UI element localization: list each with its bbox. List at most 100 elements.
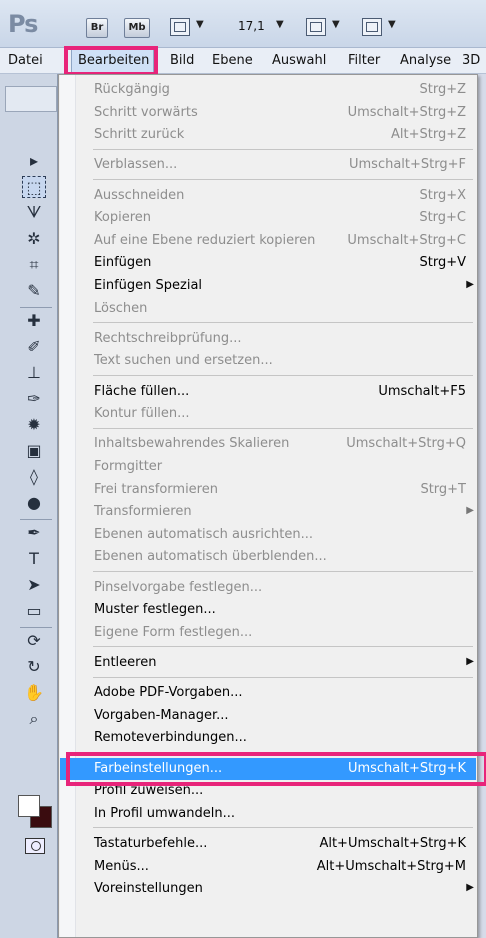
eyedropper-tool-icon[interactable]: ✎ — [22, 280, 46, 302]
menu-item-eigene-form-festlegen[interactable]: Eigene Form festlegen... — [60, 622, 476, 644]
menu-item-fläche-füllen[interactable]: Fläche füllen... Umschalt+F5 — [60, 381, 476, 403]
menu-item-shortcut: Strg+C — [419, 210, 466, 225]
menu-item-formgitter[interactable]: Formgitter — [60, 456, 476, 478]
quick-selection-tool-icon[interactable]: ✲ — [22, 228, 46, 250]
menu-item-label: Inhaltsbewahrendes Skalieren — [94, 436, 290, 451]
menu-separator — [93, 375, 473, 376]
menu-item-löschen[interactable]: Löschen — [60, 298, 476, 320]
menu-item-label: Eigene Form festlegen... — [94, 625, 253, 640]
menu-item-remoteverbindungen[interactable]: Remoteverbindungen... — [60, 727, 476, 749]
brush-tool-icon[interactable]: ✐ — [22, 336, 46, 358]
menu-item-text-suchen-und-ersetzen[interactable]: Text suchen und ersetzen... — [60, 350, 476, 372]
menu-item-shortcut: Alt+Strg+Z — [390, 127, 466, 142]
menu-item-muster-festlegen[interactable]: Muster festlegen... — [60, 599, 476, 621]
tool-separator — [20, 307, 52, 308]
crop-tool-icon[interactable]: ⌗ — [22, 254, 46, 276]
chevron-down-icon[interactable]: ▼ — [276, 19, 284, 30]
menu-item-label: Transformieren — [94, 504, 192, 519]
menu-item-voreinstellungen[interactable]: Voreinstellungen ▶ — [60, 878, 476, 900]
menu-item-verblassen[interactable]: Verblassen... Umschalt+Strg+F — [60, 154, 476, 176]
bearbeiten-highlight-box — [64, 46, 158, 76]
menu-item-shortcut: Alt+Umschalt+Strg+K — [319, 836, 466, 851]
screen-mode-icon[interactable] — [362, 18, 382, 36]
menu-3d[interactable]: 3D — [462, 53, 480, 68]
menu-item-menüs[interactable]: Menüs... Alt+Umschalt+Strg+M — [60, 856, 476, 878]
menu-item-label: In Profil umwandeln... — [94, 806, 236, 821]
menu-item-label: Einfügen — [94, 255, 152, 270]
lasso-tool-icon[interactable]: ᗐ — [22, 202, 46, 224]
bridge-button[interactable]: Br — [86, 18, 108, 38]
dodge-tool-icon[interactable]: ● — [22, 492, 46, 514]
3d-rotate-tool-icon[interactable]: ⟳ — [22, 630, 46, 652]
menu-item-label: Menüs... — [94, 859, 149, 874]
gradient-tool-icon[interactable]: ▣ — [22, 440, 46, 462]
healing-brush-tool-icon[interactable]: ✚ — [22, 310, 46, 332]
marquee-tool-icon[interactable]: ⬚ — [22, 176, 46, 198]
chevron-down-icon[interactable]: ▼ — [332, 19, 340, 30]
menu-item-label: Löschen — [94, 301, 148, 316]
shape-tool-icon[interactable]: ▭ — [22, 600, 46, 622]
menu-item-transformieren[interactable]: Transformieren ▶ — [60, 501, 476, 523]
menu-item-auf-eine-ebene-reduziert-kopieren[interactable]: Auf eine Ebene reduziert kopieren Umschal… — [60, 230, 476, 252]
menu-datei[interactable]: Datei — [8, 53, 43, 68]
foreground-color-swatch[interactable] — [18, 795, 40, 817]
history-brush-tool-icon[interactable]: ✑ — [22, 388, 46, 410]
arrange-documents-icon[interactable] — [306, 18, 326, 36]
menu-separator — [93, 646, 473, 647]
zoom-level[interactable]: 17,1 — [238, 19, 265, 33]
tool-separator — [20, 627, 52, 628]
pen-tool-icon[interactable]: ✒ — [22, 522, 46, 544]
view-extras-icon[interactable] — [170, 18, 190, 36]
application-bar: Ps Br Mb ▼ 17,1 ▼ ▼ ▼ — [0, 0, 486, 48]
clone-stamp-tool-icon[interactable]: ⊥ — [22, 362, 46, 384]
chevron-down-icon[interactable]: ▼ — [196, 19, 204, 30]
menu-item-ebenen-automatisch-überblenden[interactable]: Ebenen automatisch überblenden... — [60, 546, 476, 568]
submenu-arrow-icon: ▶ — [466, 882, 474, 893]
menu-auswahl[interactable]: Auswahl — [272, 53, 326, 68]
path-selection-tool-icon[interactable]: ➤ — [22, 574, 46, 596]
hand-tool-icon[interactable]: ✋ — [22, 682, 46, 704]
menu-item-frei-transformieren[interactable]: Frei transformieren Strg+T — [60, 479, 476, 501]
menu-ebene[interactable]: Ebene — [212, 53, 253, 68]
menu-item-label: Schritt zurück — [94, 127, 185, 142]
menu-item-ebenen-automatisch-ausrichten[interactable]: Ebenen automatisch ausrichten... — [60, 524, 476, 546]
menu-item-ausschneiden[interactable]: Ausschneiden Strg+X — [60, 185, 476, 207]
menu-item-schritt-vorwärts[interactable]: Schritt vorwärts Umschalt+Strg+Z — [60, 102, 476, 124]
menu-item-label: Ebenen automatisch überblenden... — [94, 549, 327, 564]
menu-item-kopieren[interactable]: Kopieren Strg+C — [60, 207, 476, 229]
menu-item-shortcut: Strg+X — [419, 188, 466, 203]
menu-item-rückgängig[interactable]: Rückgängig Strg+Z — [60, 79, 476, 101]
menu-item-in-profil-umwandeln[interactable]: In Profil umwandeln... — [60, 803, 476, 825]
blur-tool-icon[interactable]: ◊ — [22, 466, 46, 488]
menu-item-label: Vorgaben-Manager... — [94, 708, 229, 723]
type-tool-icon[interactable]: T — [22, 548, 46, 570]
menu-item-label: Ebenen automatisch ausrichten... — [94, 527, 314, 542]
menu-item-einfügen[interactable]: Einfügen Strg+V — [60, 252, 476, 274]
move-tool-icon[interactable]: ▸ — [22, 150, 46, 172]
menu-item-adobe-pdf-vorgaben[interactable]: Adobe PDF-Vorgaben... — [60, 682, 476, 704]
marquee-options-button[interactable] — [5, 86, 57, 112]
menu-filter[interactable]: Filter — [348, 53, 380, 68]
menu-item-einfügen-spezial[interactable]: Einfügen Spezial ▶ — [60, 275, 476, 297]
menu-item-kontur-füllen[interactable]: Kontur füllen... — [60, 403, 476, 425]
menu-analyse[interactable]: Analyse — [400, 53, 451, 68]
menu-item-schritt-zurück[interactable]: Schritt zurück Alt+Strg+Z — [60, 124, 476, 146]
menu-separator — [93, 571, 473, 572]
menu-bild[interactable]: Bild — [170, 53, 194, 68]
mini-bridge-button[interactable]: Mb — [124, 18, 150, 38]
menu-item-pinselvorgabe-festlegen[interactable]: Pinselvorgabe festlegen... — [60, 577, 476, 599]
menu-item-rechtschreibprüfung[interactable]: Rechtschreibprüfung... — [60, 328, 476, 350]
menu-item-shortcut: Umschalt+F5 — [378, 384, 466, 399]
menu-item-label: Frei transformieren — [94, 482, 218, 497]
menu-item-label: Text suchen und ersetzen... — [94, 353, 273, 368]
menu-item-vorgaben-manager[interactable]: Vorgaben-Manager... — [60, 705, 476, 727]
menu-item-shortcut: Alt+Umschalt+Strg+M — [316, 859, 466, 874]
chevron-down-icon[interactable]: ▼ — [388, 19, 396, 30]
menu-item-entleeren[interactable]: Entleeren ▶ — [60, 652, 476, 674]
quick-mask-icon[interactable] — [25, 838, 45, 854]
zoom-tool-icon[interactable]: ⌕ — [22, 708, 46, 730]
menu-item-tastaturbefehle[interactable]: Tastaturbefehle... Alt+Umschalt+Strg+K — [60, 833, 476, 855]
3d-orbit-tool-icon[interactable]: ↻ — [22, 656, 46, 678]
eraser-tool-icon[interactable]: ✹ — [22, 414, 46, 436]
menu-item-inhaltsbewahrendes-skalieren[interactable]: Inhaltsbewahrendes Skalieren Umschalt+Str… — [60, 433, 476, 455]
